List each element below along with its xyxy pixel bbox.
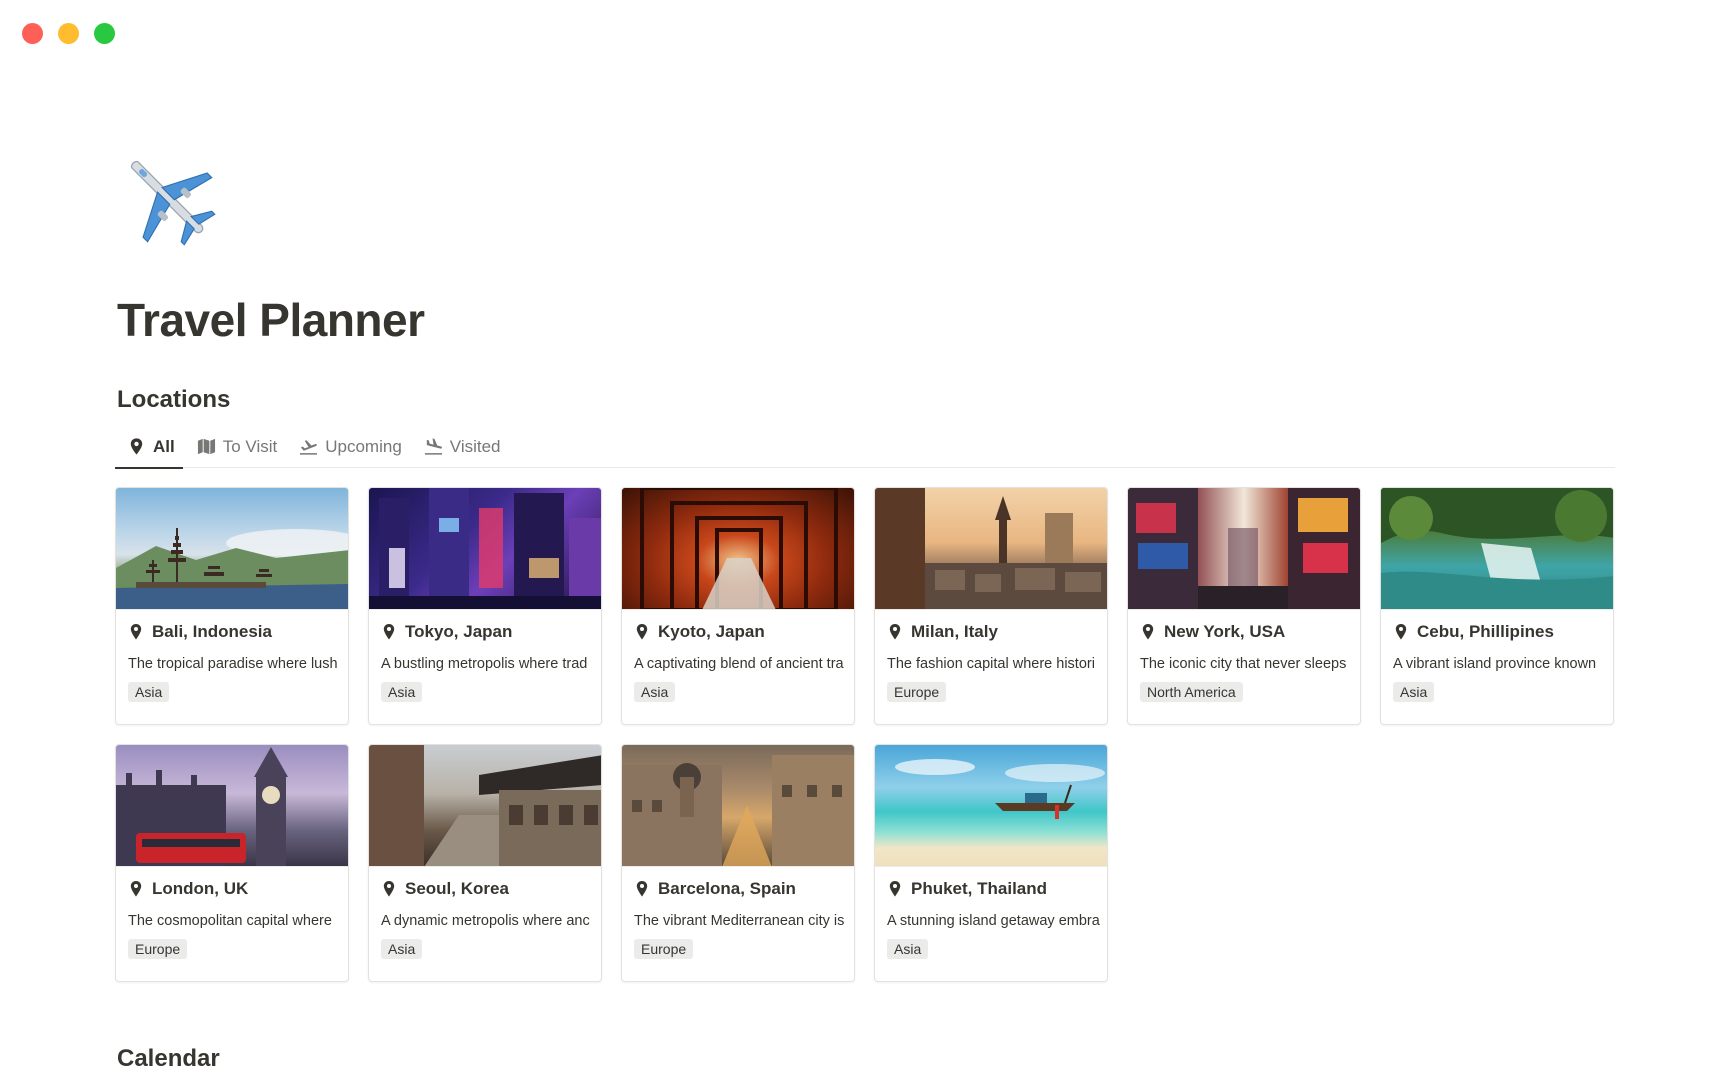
location-card[interactable]: Kyoto, Japan A captivating blend of anci…	[621, 487, 855, 725]
location-cover-image	[875, 745, 1107, 867]
continent-tag: Asia	[381, 682, 423, 702]
location-description: The cosmopolitan capital where	[128, 913, 332, 929]
continent-tag: Asia	[634, 682, 676, 702]
location-title: Seoul, Korea	[381, 879, 601, 899]
tab-all-label: All	[153, 436, 175, 456]
location-card[interactable]: Milan, Italy The fashion capital where h…	[874, 487, 1108, 725]
location-title: London, UK	[128, 879, 348, 899]
location-title: Kyoto, Japan	[634, 622, 854, 642]
location-description: A dynamic metropolis where anc	[381, 913, 590, 929]
location-name: Phuket, Thailand	[911, 879, 1048, 898]
tab-visited[interactable]: Visited	[412, 426, 509, 468]
location-name: Kyoto, Japan	[658, 622, 765, 641]
map-pin-icon	[1142, 624, 1154, 640]
tab-to-visit-label: To Visit	[222, 436, 278, 456]
continent-tag: Asia	[1393, 682, 1435, 702]
location-cover-image	[116, 488, 348, 610]
location-description: A bustling metropolis where trad	[381, 656, 588, 672]
maximize-window-button[interactable]	[94, 23, 115, 44]
location-card[interactable]: Bali, Indonesia The tropical paradise wh…	[115, 487, 349, 725]
continent-tag: Europe	[634, 939, 694, 959]
map-pin-icon	[130, 881, 142, 897]
location-card[interactable]: New York, USA The iconic city that never…	[1127, 487, 1361, 725]
tab-upcoming-label: Upcoming	[325, 436, 402, 456]
location-description: The vibrant Mediterranean city is	[634, 913, 845, 929]
locations-heading[interactable]: Locations	[117, 386, 230, 414]
location-cover-image	[116, 745, 348, 867]
page-title: Travel Planner	[117, 294, 425, 346]
locations-gallery: Bali, Indonesia The tropical paradise wh…	[115, 487, 1614, 982]
map-pin-icon	[636, 624, 648, 640]
location-description: A stunning island getaway embra	[887, 913, 1100, 929]
location-card[interactable]: Phuket, Thailand A stunning island getaw…	[874, 744, 1108, 982]
location-title: Tokyo, Japan	[381, 622, 601, 642]
continent-tag: North America	[1140, 682, 1243, 702]
location-description: The tropical paradise where lush	[128, 656, 338, 672]
close-window-button[interactable]	[22, 23, 43, 44]
location-title: Milan, Italy	[887, 622, 1107, 642]
location-card[interactable]: London, UK The cosmopolitan capital wher…	[115, 744, 349, 982]
location-cover-image	[622, 745, 854, 867]
map-pin-icon	[130, 438, 143, 455]
location-description: A captivating blend of ancient tra	[634, 656, 844, 672]
location-card[interactable]: Barcelona, Spain The vibrant Mediterrane…	[621, 744, 855, 982]
location-description: The fashion capital where histori	[887, 656, 1095, 672]
continent-tag: Asia	[381, 939, 423, 959]
view-tabs: All To Visit Upcoming Visited	[115, 426, 1615, 469]
location-cover-image	[369, 745, 601, 867]
airplane-icon[interactable]	[115, 145, 223, 253]
location-cover-image	[622, 488, 854, 610]
map-pin-icon	[1395, 624, 1407, 640]
location-name: Tokyo, Japan	[405, 622, 513, 641]
location-name: London, UK	[152, 879, 249, 898]
tab-visited-label: Visited	[449, 436, 501, 456]
map-pin-icon	[636, 881, 648, 897]
tab-upcoming[interactable]: Upcoming	[287, 426, 410, 468]
continent-tag: Europe	[128, 939, 188, 959]
tab-to-visit[interactable]: To Visit	[185, 426, 286, 468]
map-pin-icon	[383, 881, 395, 897]
location-cover-image	[369, 488, 601, 610]
location-title: Bali, Indonesia	[128, 622, 348, 642]
location-title: Cebu, Phillipines	[1393, 622, 1613, 642]
tab-all[interactable]: All	[115, 426, 183, 469]
continent-tag: Asia	[887, 939, 929, 959]
map-icon	[197, 438, 215, 455]
location-card[interactable]: Seoul, Korea A dynamic metropolis where …	[368, 744, 602, 982]
location-card[interactable]: Cebu, Phillipines A vibrant island provi…	[1380, 487, 1614, 725]
continent-tag: Asia	[128, 682, 170, 702]
location-name: Seoul, Korea	[405, 879, 509, 898]
location-cover-image	[1381, 488, 1613, 610]
location-title: Barcelona, Spain	[634, 879, 854, 899]
continent-tag: Europe	[887, 682, 947, 702]
map-pin-icon	[383, 624, 395, 640]
location-name: Barcelona, Spain	[658, 879, 796, 898]
location-card[interactable]: Tokyo, Japan A bustling metropolis where…	[368, 487, 602, 725]
location-name: Cebu, Phillipines	[1417, 622, 1554, 641]
map-pin-icon	[130, 624, 142, 640]
airplane-takeoff-icon	[300, 440, 318, 455]
location-cover-image	[875, 488, 1107, 610]
location-name: Milan, Italy	[911, 622, 998, 641]
location-name: New York, USA	[1164, 622, 1286, 641]
location-description: The iconic city that never sleeps	[1140, 656, 1347, 672]
location-description: A vibrant island province known	[1393, 656, 1597, 672]
airplane-landing-icon	[424, 438, 442, 455]
calendar-heading[interactable]: Calendar	[117, 1045, 220, 1073]
location-title: New York, USA	[1140, 622, 1360, 642]
location-cover-image	[1128, 488, 1360, 610]
location-title: Phuket, Thailand	[887, 879, 1107, 899]
window-controls	[22, 23, 115, 44]
minimize-window-button[interactable]	[58, 23, 79, 44]
location-name: Bali, Indonesia	[152, 622, 272, 641]
map-pin-icon	[889, 624, 901, 640]
map-pin-icon	[889, 881, 901, 897]
